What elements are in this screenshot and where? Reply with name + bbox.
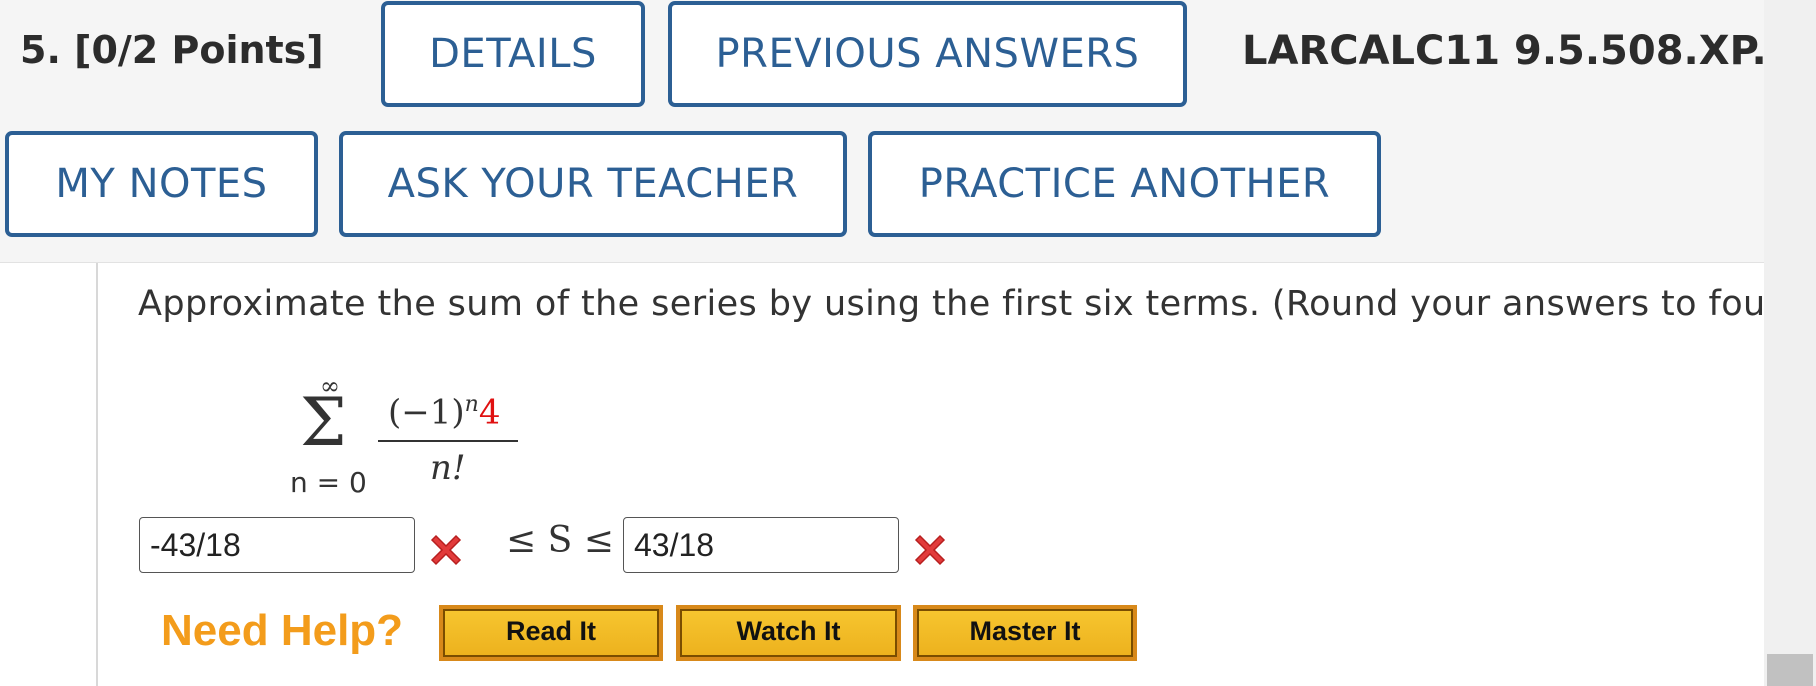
problem-code: LARCALC11 9.5.508.XP.M xyxy=(1242,28,1807,74)
read-it-button[interactable]: Read It xyxy=(439,605,663,661)
question-heading: 5. [0/2 Points] xyxy=(20,28,324,72)
need-help-label: Need Help? xyxy=(161,606,404,655)
vertical-scrollbar[interactable] xyxy=(1764,0,1816,686)
summation-symbol: Σ xyxy=(300,384,347,461)
practice-another-button[interactable]: PRACTICE ANOTHER xyxy=(868,131,1381,237)
ask-your-teacher-button[interactable]: ASK YOUR TEACHER xyxy=(339,131,847,237)
master-it-label: Master It xyxy=(917,609,1133,657)
upper-bound-input[interactable]: 43/18 xyxy=(623,517,899,573)
lower-bound-input[interactable]: -43/18 xyxy=(139,517,415,573)
series-lower-limit: n = 0 xyxy=(290,466,367,499)
inequality-symbols: ≤ S ≤ xyxy=(506,520,614,561)
question-number: 5. xyxy=(20,28,61,72)
incorrect-x-mark-icon xyxy=(430,534,462,566)
content-divider xyxy=(96,263,98,686)
numerator-coefficient: 4 xyxy=(478,392,501,433)
question-prompt: Approximate the sum of the series by usi… xyxy=(138,284,1764,324)
master-it-button[interactable]: Master It xyxy=(913,605,1137,661)
series-denominator: n! xyxy=(430,448,466,488)
scrollbar-thumb[interactable] xyxy=(1767,654,1813,686)
series-numerator: (−1)n4 xyxy=(388,392,500,432)
numerator-exponent: n xyxy=(464,392,479,417)
numerator-base: (−1) xyxy=(388,392,465,433)
question-points: [0/2 Points] xyxy=(74,28,324,72)
incorrect-x-mark-icon xyxy=(914,534,946,566)
watch-it-label: Watch It xyxy=(680,609,897,657)
question-header: 5. [0/2 Points] DETAILS PREVIOUS ANSWERS… xyxy=(0,0,1807,263)
read-it-label: Read It xyxy=(443,609,659,657)
fraction-bar xyxy=(378,440,518,442)
my-notes-button[interactable]: MY NOTES xyxy=(5,131,318,237)
watch-it-button[interactable]: Watch It xyxy=(676,605,901,661)
details-button[interactable]: DETAILS xyxy=(381,1,645,107)
previous-answers-button[interactable]: PREVIOUS ANSWERS xyxy=(668,1,1187,107)
